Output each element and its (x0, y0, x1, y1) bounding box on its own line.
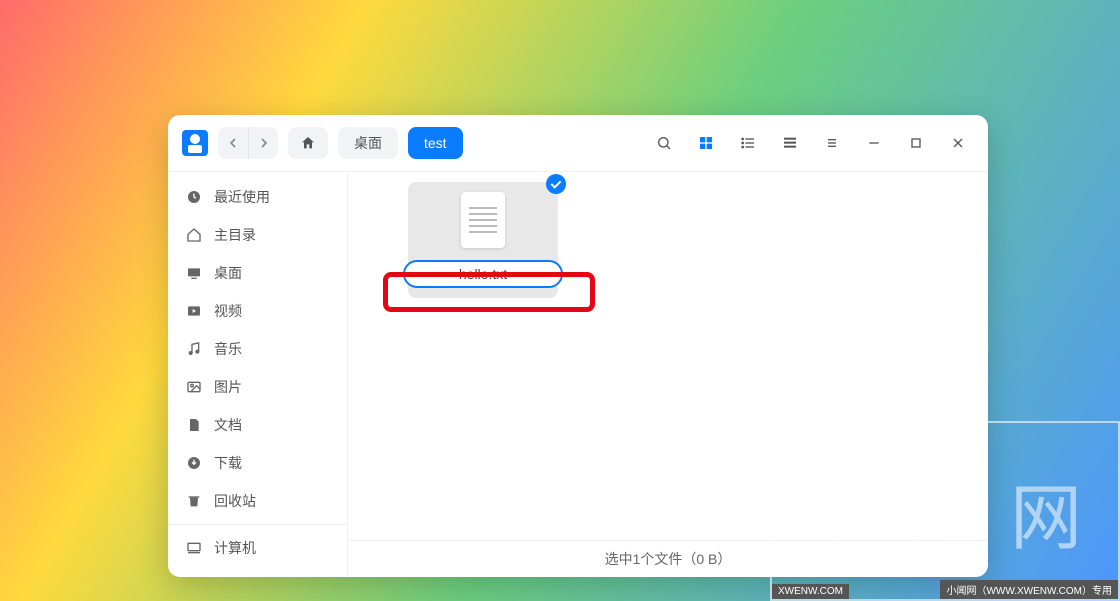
document-icon (186, 417, 202, 433)
toolbar: 桌面 test (168, 115, 988, 172)
sidebar-item-label: 最近使用 (214, 187, 270, 207)
view-icons-button[interactable] (690, 127, 722, 159)
sidebar-item-documents[interactable]: 文档 (168, 406, 347, 444)
sidebar-item-computer[interactable]: 计算机 (168, 529, 347, 567)
sidebar-item-desktop[interactable]: 桌面 (168, 254, 347, 292)
text-file-icon (461, 192, 505, 248)
image-icon (186, 379, 202, 395)
sidebar-item-trash[interactable]: 回收站 (168, 482, 347, 520)
selected-check-icon (546, 174, 566, 194)
watermark-footer-right: 小闻网（WWW.XWENW.COM）专用 (940, 580, 1118, 599)
computer-icon (186, 540, 202, 556)
sidebar-item-home[interactable]: 主目录 (168, 216, 347, 254)
sidebar-item-label: 系统盘 (214, 576, 256, 577)
sidebar-item-pictures[interactable]: 图片 (168, 368, 347, 406)
breadcrumb-parent[interactable]: 桌面 (338, 127, 398, 159)
sidebar-item-label: 下载 (214, 453, 242, 473)
sidebar-separator (168, 524, 347, 525)
watermark-text: 小 闻 网 (802, 459, 1088, 564)
close-button[interactable] (942, 127, 974, 159)
sidebar-item-system-disk[interactable]: 系统盘 (168, 567, 347, 577)
sidebar-item-label: 图片 (214, 377, 242, 397)
app-logo-icon[interactable] (182, 130, 208, 156)
sidebar-item-downloads[interactable]: 下载 (168, 444, 347, 482)
sidebar-item-label: 音乐 (214, 339, 242, 359)
sidebar-item-label: 计算机 (214, 538, 256, 558)
sidebar-item-videos[interactable]: 视频 (168, 292, 347, 330)
sidebar: 最近使用 主目录 桌面 视频 音乐 图片 文档 下载 回收站 计算机 系统盘 (168, 172, 348, 577)
forward-button[interactable] (248, 127, 278, 159)
file-item-selected[interactable]: hello.txt (408, 182, 558, 298)
download-icon (186, 455, 202, 471)
nav-back-forward (218, 127, 278, 159)
music-icon (186, 341, 202, 357)
sidebar-item-recent[interactable]: 最近使用 (168, 178, 347, 216)
sidebar-item-music[interactable]: 音乐 (168, 330, 347, 368)
home-button[interactable] (288, 127, 328, 159)
desktop-wallpaper: 桌面 test 最近使用 主目录 桌面 视频 音乐 图片 文档 下载 回收站 (0, 0, 1120, 601)
trash-icon (186, 493, 202, 509)
minimize-button[interactable] (858, 127, 890, 159)
watermark-footer-left: XWENW.COM (772, 584, 849, 599)
sidebar-item-label: 回收站 (214, 491, 256, 511)
view-list-button[interactable] (732, 127, 764, 159)
home-icon (186, 227, 202, 243)
breadcrumb-current[interactable]: test (408, 127, 463, 159)
back-button[interactable] (218, 127, 248, 159)
view-compact-button[interactable] (774, 127, 806, 159)
sidebar-item-label: 桌面 (214, 263, 242, 283)
desktop-icon (186, 265, 202, 281)
filename-input[interactable]: hello.txt (403, 260, 563, 288)
clock-icon (186, 189, 202, 205)
sidebar-item-label: 主目录 (214, 225, 256, 245)
video-icon (186, 303, 202, 319)
watermark: 小 闻 网 XWENW.COM 小闻网（WWW.XWENW.COM）专用 (770, 421, 1120, 601)
maximize-button[interactable] (900, 127, 932, 159)
menu-button[interactable] (816, 127, 848, 159)
sidebar-item-label: 视频 (214, 301, 242, 321)
sidebar-item-label: 文档 (214, 415, 242, 435)
search-button[interactable] (648, 127, 680, 159)
